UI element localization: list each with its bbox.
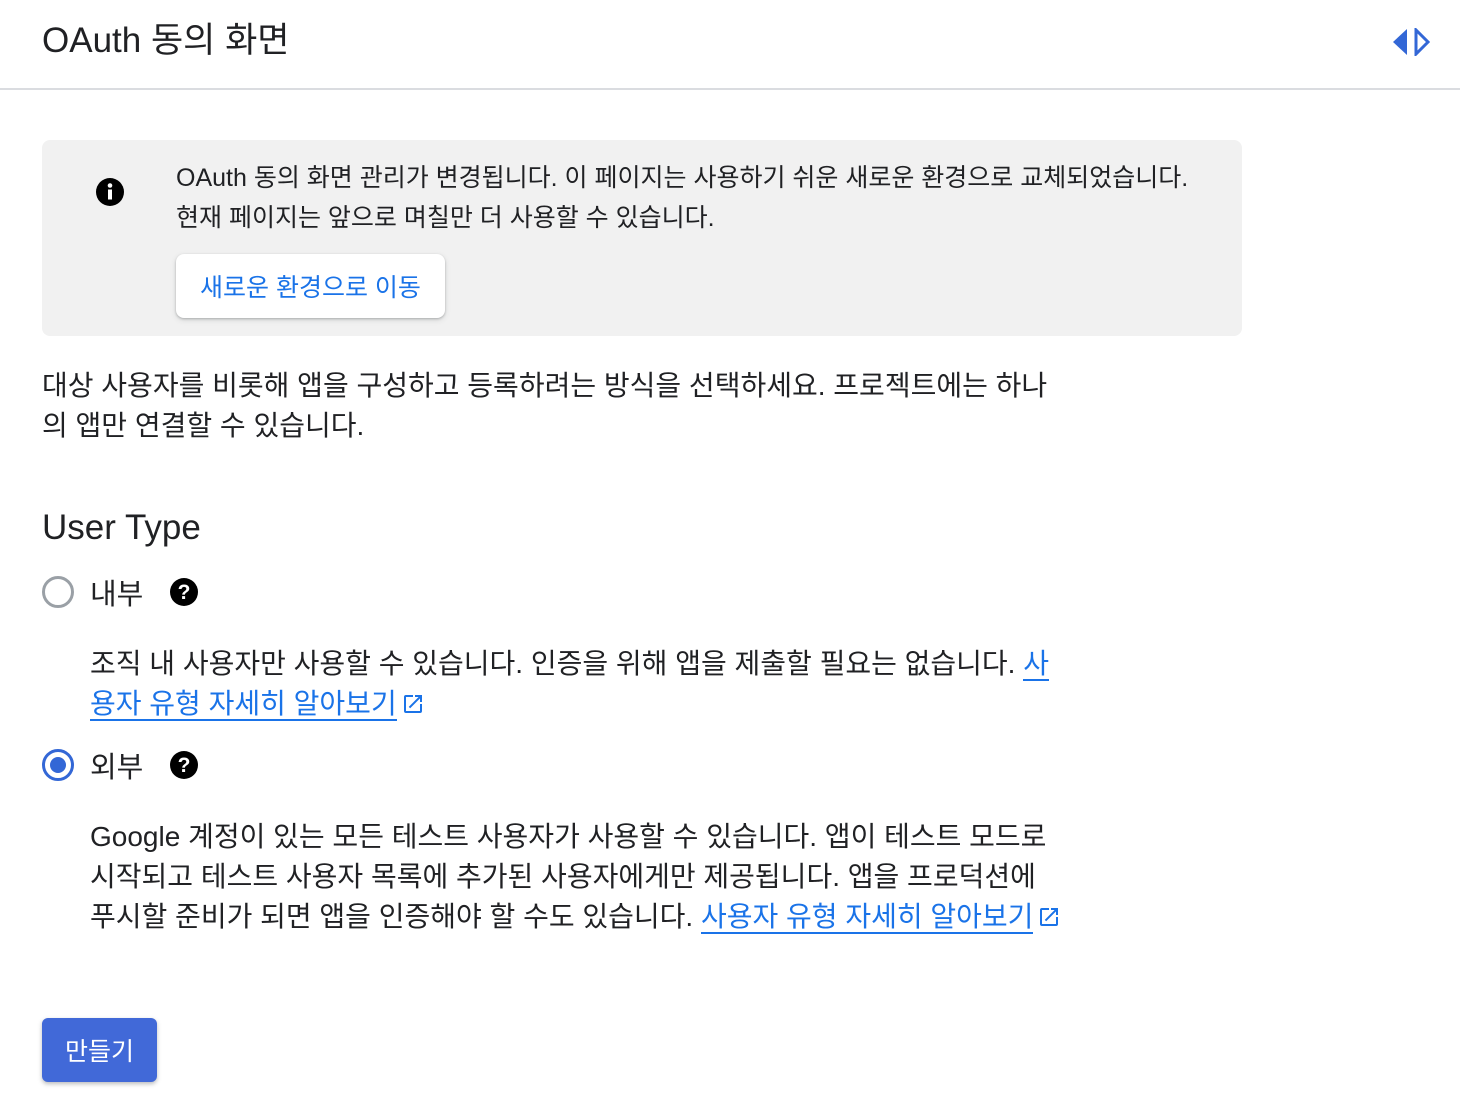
create-button[interactable]: 만들기 [42, 1018, 157, 1082]
internal-label[interactable]: 내부 [90, 571, 143, 613]
user-type-heading: User Type [42, 508, 201, 547]
external-link-icon [1037, 900, 1061, 926]
user-type-internal-option[interactable]: 내부 ? [42, 571, 199, 613]
go-to-new-experience-button[interactable]: 새로운 환경으로 이동 [176, 254, 445, 318]
user-type-external-option[interactable]: 외부 ? [42, 744, 199, 786]
banner-message: OAuth 동의 화면 관리가 변경됩니다. 이 페이지는 사용하기 쉬운 새로… [176, 164, 1189, 232]
migration-banner: OAuth 동의 화면 관리가 변경됩니다. 이 페이지는 사용하기 쉬운 새로… [42, 140, 1242, 336]
help-icon[interactable]: ? [169, 750, 199, 780]
external-link-icon [401, 687, 425, 713]
help-icon[interactable]: ? [169, 577, 199, 607]
external-radio[interactable] [42, 749, 74, 781]
external-description: Google 계정이 있는 모든 테스트 사용자가 사용할 수 있습니다. 앱이… [90, 817, 1065, 937]
collapse-panel-icon[interactable] [1392, 26, 1432, 58]
page-title: OAuth 동의 화면 [42, 21, 290, 60]
learn-more-user-type-link[interactable]: 사용자 유형 자세히 알아보기 [700, 901, 1034, 934]
info-icon [95, 177, 125, 207]
internal-description-text: 조직 내 사용자만 사용할 수 있습니다. 인증을 위해 앱을 제출할 필요는 … [90, 648, 1024, 679]
svg-text:?: ? [178, 754, 191, 777]
page-header: OAuth 동의 화면 [0, 0, 1460, 90]
internal-description: 조직 내 사용자만 사용할 수 있습니다. 인증을 위해 앱을 제출할 필요는 … [90, 644, 1065, 724]
internal-radio[interactable] [42, 576, 74, 608]
external-label[interactable]: 외부 [90, 744, 143, 786]
page-description: 대상 사용자를 비롯해 앱을 구성하고 등록하려는 방식을 선택하세요. 프로젝… [42, 370, 1048, 441]
svg-text:?: ? [178, 581, 191, 604]
